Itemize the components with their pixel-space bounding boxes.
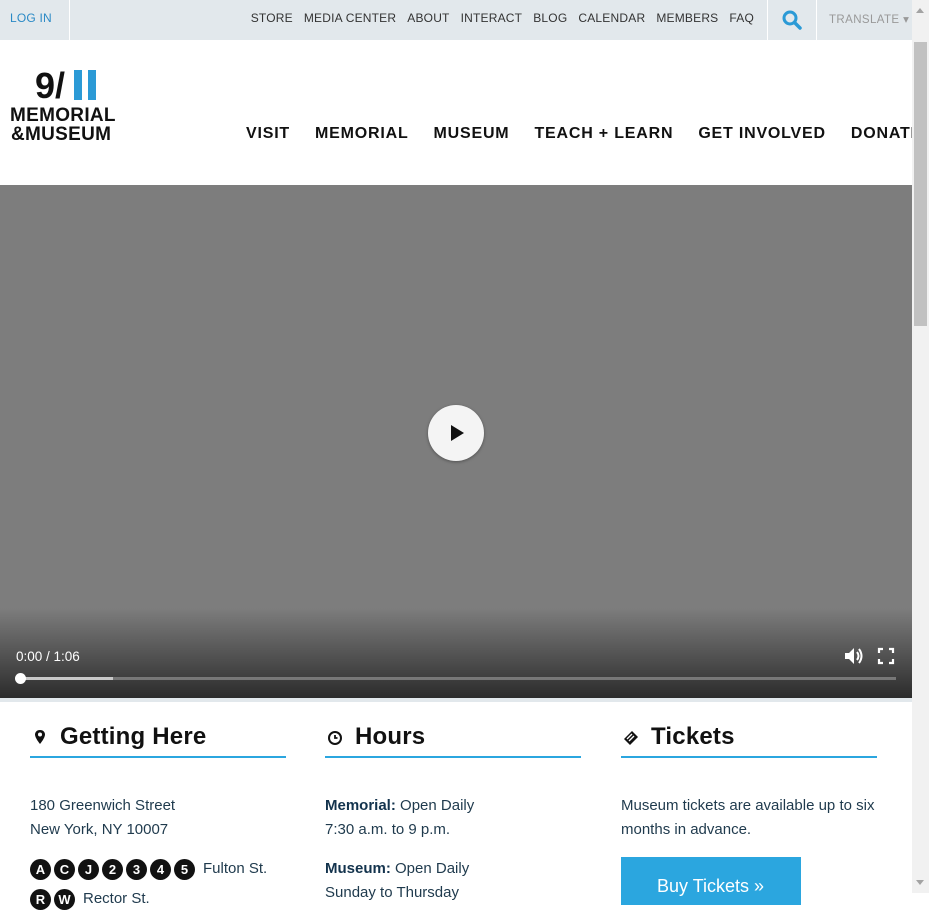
subway-line-c: C [54, 858, 75, 880]
hours-section: Hours Memorial: Open Daily 7:30 a.m. to … [325, 718, 581, 905]
getting-here-section: Getting Here 180 Greenwich Street New Yo… [30, 718, 286, 911]
video-progress-handle[interactable] [15, 673, 26, 684]
subway-stop-rector: Rector St. [83, 890, 150, 907]
video-progress-bar[interactable] [15, 673, 896, 684]
utility-link-faq[interactable]: FAQ [729, 11, 754, 25]
main-nav: VISIT MEMORIAL MUSEUM TEACH + LEARN GET … [246, 125, 922, 143]
utility-link-about[interactable]: ABOUT [407, 11, 449, 25]
utility-nav: STORE MEDIA CENTER ABOUT INTERACT BLOG C… [251, 11, 754, 25]
logo-number: 9/ [35, 65, 66, 106]
ticket-icon [624, 731, 638, 745]
utility-bar: LOG IN STORE MEDIA CENTER ABOUT INTERACT… [0, 0, 912, 40]
buy-tickets-button[interactable]: Buy Tickets » [621, 857, 801, 905]
museum-open-daily: Open Daily [390, 860, 470, 877]
utility-link-store[interactable]: STORE [251, 11, 293, 25]
utility-link-interact[interactable]: INTERACT [461, 11, 523, 25]
logo-line1: MEMORIAL [10, 105, 116, 126]
login-link[interactable]: LOG IN [0, 0, 70, 40]
memorial-open-daily: Open Daily [395, 797, 475, 814]
nav-get-involved[interactable]: GET INVOLVED [698, 125, 826, 143]
subway-line-j: J [78, 858, 99, 880]
nav-memorial[interactable]: MEMORIAL [315, 125, 409, 143]
tickets-section: Tickets Museum tickets are available up … [621, 718, 877, 905]
section-divider [0, 698, 912, 702]
logo-line2: &MUSEUM [11, 124, 112, 145]
video-controls-shade [0, 608, 912, 698]
page-scrollbar[interactable] [912, 0, 929, 893]
subway-line-a: A [30, 858, 51, 880]
utility-link-members[interactable]: MEMBERS [656, 11, 718, 25]
utility-link-calendar[interactable]: CALENDAR [578, 11, 645, 25]
scroll-down-arrow-icon[interactable] [916, 880, 924, 885]
address-line2: New York, NY 10007 [30, 821, 169, 838]
subway-line-4: 4 [150, 858, 171, 880]
nav-museum[interactable]: MUSEUM [434, 125, 510, 143]
video-time: 0:00 / 1:06 [16, 649, 80, 664]
utility-link-blog[interactable]: BLOG [533, 11, 567, 25]
subway-line-3: 3 [126, 858, 147, 880]
museum-days: Sunday to Thursday [325, 884, 459, 901]
hours-title: Hours [355, 723, 426, 750]
translate-dropdown[interactable]: TRANSLATE ▾ [829, 12, 909, 26]
memorial-hours-line: Memorial: Open Daily [325, 794, 581, 818]
memorial-hours: 7:30 a.m. to 9 p.m. [325, 821, 451, 838]
video-player[interactable]: 0:00 / 1:06 [0, 185, 912, 698]
hours-header: Hours [325, 718, 581, 758]
video-buffered-fill [21, 677, 113, 680]
scroll-up-arrow-icon[interactable] [916, 8, 924, 13]
play-button[interactable] [428, 405, 484, 461]
nav-teach-learn[interactable]: TEACH + LEARN [534, 125, 673, 143]
subway-line-5: 5 [174, 858, 195, 880]
subway-line-r: R [30, 888, 51, 910]
address-line1: 180 Greenwich Street [30, 797, 176, 814]
search-icon [782, 10, 802, 30]
subway-lines-fulton: A C J 2 3 4 5 Fulton St. [30, 857, 286, 881]
clock-icon [328, 731, 342, 745]
memorial-label: Memorial: [325, 797, 396, 814]
site-logo[interactable]: 9/ MEMORIAL &MUSEUM [10, 68, 130, 148]
tickets-description: Museum tickets are available up to six m… [621, 797, 875, 838]
museum-hours-line: Museum: Open Daily [325, 857, 581, 881]
scrollbar-thumb[interactable] [914, 42, 927, 326]
nav-visit[interactable]: VISIT [246, 125, 290, 143]
subway-lines-rector: R W Rector St. [30, 887, 286, 911]
fullscreen-icon[interactable] [877, 647, 895, 665]
subway-line-2: 2 [102, 858, 123, 880]
volume-icon[interactable] [843, 645, 865, 667]
play-icon [451, 425, 464, 441]
tickets-header: Tickets [621, 718, 877, 758]
search-button[interactable] [767, 0, 817, 40]
getting-here-header: Getting Here [30, 718, 286, 758]
museum-label: Museum: [325, 860, 391, 877]
utility-link-media-center[interactable]: MEDIA CENTER [304, 11, 396, 25]
location-pin-icon [35, 730, 45, 744]
subway-stop-fulton: Fulton St. [203, 860, 268, 877]
tickets-title: Tickets [651, 723, 735, 750]
getting-here-title: Getting Here [60, 723, 207, 750]
logo-tower-bars [74, 70, 98, 100]
subway-line-w: W [54, 888, 75, 910]
